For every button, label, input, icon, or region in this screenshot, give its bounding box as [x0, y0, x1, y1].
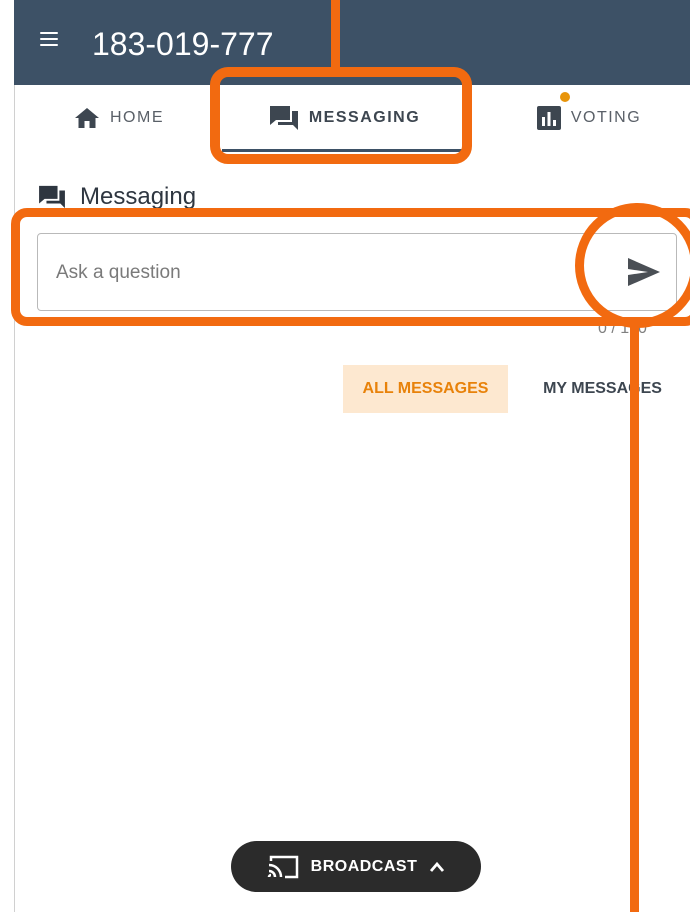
- question-input[interactable]: [54, 252, 598, 294]
- active-tab-indicator: [222, 149, 467, 152]
- filter-all-messages[interactable]: ALL MESSAGES: [343, 365, 508, 413]
- cast-icon: [267, 855, 298, 878]
- broadcast-label: BROADCAST: [310, 857, 418, 875]
- filter-my-messages[interactable]: MY MESSAGES: [520, 365, 685, 413]
- bar-chart-icon: [536, 106, 561, 130]
- tab-messaging[interactable]: MESSAGING: [222, 85, 467, 151]
- broadcast-button[interactable]: BROADCAST: [231, 841, 481, 892]
- tab-bar: HOME MESSAGING VOTING: [14, 85, 690, 161]
- tab-home-label: HOME: [110, 109, 164, 126]
- chevron-up-icon: [430, 861, 445, 872]
- home-icon: [75, 108, 99, 128]
- tab-voting[interactable]: VOTING: [519, 85, 659, 151]
- send-icon: [628, 258, 660, 286]
- section-title: Messaging: [38, 180, 196, 214]
- tab-home[interactable]: HOME: [54, 85, 184, 151]
- send-button[interactable]: [626, 256, 662, 288]
- tab-voting-label: VOTING: [570, 109, 642, 126]
- app-header: 183-019-777: [14, 0, 690, 85]
- tab-messaging-label: MESSAGING: [308, 109, 421, 126]
- left-gutter: [0, 0, 14, 912]
- char-count: 0 / 160: [598, 320, 647, 337]
- hamburger-menu-icon[interactable]: [40, 32, 58, 47]
- chat-icon: [39, 185, 65, 209]
- section-title-text: Messaging: [80, 183, 197, 210]
- session-id: 183-019-777: [92, 26, 274, 62]
- chat-icon: [269, 106, 298, 130]
- question-input-box: [37, 233, 677, 311]
- notification-dot: [560, 92, 570, 102]
